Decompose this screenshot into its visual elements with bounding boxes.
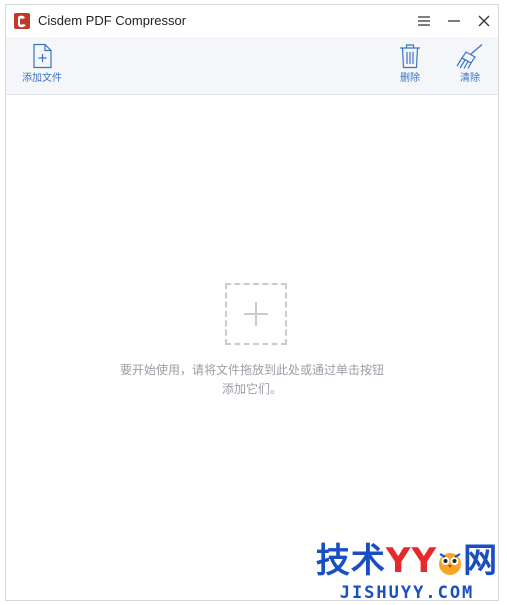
- title-bar[interactable]: Cisdem PDF Compressor: [6, 5, 498, 37]
- minimize-icon: [448, 20, 460, 22]
- add-file-label: 添加文件: [22, 73, 62, 84]
- watermark-part-3: 网: [463, 541, 499, 581]
- hint-line-2: 添加它们。: [221, 382, 282, 396]
- delete-label: 删除: [400, 73, 420, 84]
- close-icon: [478, 15, 490, 27]
- broom-icon: [456, 44, 483, 69]
- close-button[interactable]: [470, 9, 498, 33]
- menu-button[interactable]: [410, 9, 438, 33]
- site-watermark: 技术YY 网 JISHUYY.COM: [315, 543, 499, 603]
- drop-target[interactable]: [225, 283, 287, 345]
- owl-mascot-icon: [437, 547, 463, 583]
- app-logo-icon: [14, 13, 30, 29]
- add-file-button[interactable]: 添加文件: [22, 43, 62, 85]
- watermark-logo: 技术YY 网: [315, 543, 499, 583]
- drop-area[interactable]: 要开始使用，请将文件拖放到此处或通过单击按钮 添加它们。: [6, 95, 498, 600]
- window-title: Cisdem PDF Compressor: [38, 13, 187, 28]
- clear-button[interactable]: 清除: [454, 43, 486, 85]
- trash-icon: [400, 44, 420, 69]
- clear-label: 清除: [460, 73, 480, 84]
- add-file-icon: [33, 43, 52, 69]
- hint-line-1: 要开始使用，请将文件拖放到此处或通过单击按钮: [119, 363, 384, 377]
- plus-icon: [244, 302, 268, 326]
- empty-state-hint: 要开始使用，请将文件拖放到此处或通过单击按钮 添加它们。: [6, 361, 498, 399]
- app-window: Cisdem PDF Compressor 添加文件 删除 清除 要开始使用，请…: [5, 4, 499, 601]
- menu-icon: [418, 16, 430, 26]
- toolbar: 添加文件 删除 清除: [6, 37, 498, 95]
- watermark-part-1: 技术: [315, 541, 386, 581]
- delete-button[interactable]: 删除: [396, 43, 424, 85]
- watermark-domain: JISHUYY.COM: [339, 583, 475, 603]
- minimize-button[interactable]: [440, 9, 468, 33]
- watermark-part-2: YY: [385, 541, 438, 581]
